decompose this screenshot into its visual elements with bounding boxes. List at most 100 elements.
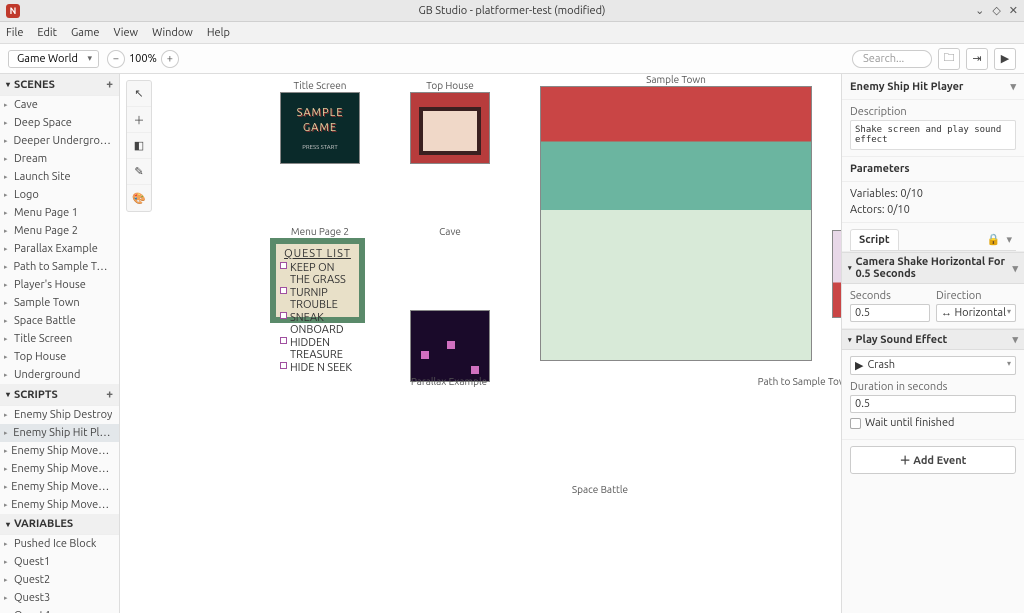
wait-checkbox[interactable]: [850, 418, 861, 429]
tab-script[interactable]: Script: [850, 229, 899, 250]
sidebar-item-script[interactable]: ▸Enemy Ship Movement Dia...: [0, 442, 119, 460]
play-button[interactable]: ▶: [994, 48, 1016, 70]
scene-title-screen[interactable]: SAMPLEGAME PRESS START: [280, 92, 360, 164]
sidebar-item-scene[interactable]: ▸Menu Page 1: [0, 204, 119, 222]
event-play-sound-header[interactable]: ▾ Play Sound Effect ▾: [842, 329, 1024, 350]
sidebar-item-scene[interactable]: ▸Launch Site: [0, 168, 119, 186]
chevron-right-icon: ▸: [4, 245, 14, 253]
scene-label: Path to Sample Town: [660, 376, 841, 387]
add-script-button[interactable]: +: [106, 388, 113, 401]
scene-top-house[interactable]: [410, 92, 490, 164]
title-line: SAMPLE: [297, 107, 344, 119]
scenes-header[interactable]: ▾ SCENES +: [0, 74, 119, 96]
mode-dropdown[interactable]: Game World: [8, 50, 99, 68]
folder-icon[interactable]: 🗀: [938, 48, 960, 70]
sidebar-item-label: Menu Page 2: [14, 225, 78, 237]
menu-view[interactable]: View: [113, 27, 138, 39]
sidebar-item-scene[interactable]: ▸Space Battle: [0, 312, 119, 330]
play-icon: ▶: [855, 359, 863, 372]
menu-edit[interactable]: Edit: [37, 27, 57, 39]
quest-item-label: HIDE N SEEK: [290, 362, 352, 374]
quest-item-label: SNEAK ONBOARD: [290, 312, 355, 336]
sidebar-item-label: Top House: [14, 351, 66, 363]
sidebar-item-scene[interactable]: ▸Deeper Underground: [0, 132, 119, 150]
sidebar-item-script[interactable]: ▸Enemy Ship Movement Dia...: [0, 460, 119, 478]
direction-select[interactable]: ↔ Horizontal: [936, 304, 1016, 322]
sidebar-item-script[interactable]: ▸Enemy Ship Movement Dia...: [0, 478, 119, 496]
chevron-right-icon: ▸: [4, 429, 13, 437]
duration-input[interactable]: 0.5: [850, 395, 1016, 413]
tab-menu-icon[interactable]: ▾: [1006, 233, 1012, 246]
event-header-label: Camera Shake Horizontal For 0.5 Seconds: [856, 256, 1013, 280]
chevron-right-icon: ▸: [4, 501, 11, 509]
sidebar-item-scene[interactable]: ▸Cave: [0, 96, 119, 114]
scripts-header[interactable]: ▾ SCRIPTS +: [0, 384, 119, 406]
app-icon: N: [6, 4, 20, 18]
scene-label: Space Battle: [250, 484, 841, 495]
wait-label: Wait until finished: [865, 417, 954, 429]
menu-help[interactable]: Help: [207, 27, 230, 39]
sidebar-item-script[interactable]: ▸Enemy Ship Destroy: [0, 406, 119, 424]
scene-sample-town[interactable]: [540, 86, 812, 361]
sidebar-item-label: Quest1: [14, 556, 50, 568]
colors-tool[interactable]: 🎨: [127, 185, 151, 211]
canvas[interactable]: ↖ ＋ ◧ ✎ 🎨 Title Screen SAMPLEGAME PRESS …: [120, 74, 841, 613]
checkbox-icon: [280, 312, 287, 319]
description-field[interactable]: Shake screen and play sound effect: [850, 120, 1016, 150]
chevron-right-icon: ▸: [4, 227, 14, 235]
add-tool[interactable]: ＋: [127, 107, 151, 133]
sound-effect-select[interactable]: ▶ Crash: [850, 356, 1016, 375]
sidebar-item-script[interactable]: ▸Enemy Ship Movement Ver...: [0, 496, 119, 514]
event-camera-shake-header[interactable]: ▾ Camera Shake Horizontal For 0.5 Second…: [842, 252, 1024, 284]
sidebar-item-scene[interactable]: ▸Top House: [0, 348, 119, 366]
sidebar-item-scene[interactable]: ▸Title Screen: [0, 330, 119, 348]
select-tool[interactable]: ↖: [127, 81, 151, 107]
sidebar-item-script[interactable]: ▸Enemy Ship Hit Player: [0, 424, 119, 442]
chevron-down-icon: ▾: [6, 520, 10, 529]
add-scene-button[interactable]: +: [106, 78, 113, 91]
sidebar-item-scene[interactable]: ▸Underground: [0, 366, 119, 384]
sidebar-item-scene[interactable]: ▸Logo: [0, 186, 119, 204]
erase-tool[interactable]: ◧: [127, 133, 151, 159]
variables-header[interactable]: ▾ VARIABLES: [0, 514, 119, 535]
sidebar-item-variable[interactable]: ▸Pushed Ice Block: [0, 535, 119, 553]
sidebar-item-scene[interactable]: ▸Parallax Example: [0, 240, 119, 258]
checkbox-icon: [280, 337, 287, 344]
sidebar-item-scene[interactable]: ▸Player's House: [0, 276, 119, 294]
toolbar: Game World − 100% + Search... 🗀 ⇥ ▶: [0, 44, 1024, 74]
sidebar-item-scene[interactable]: ▸Sample Town: [0, 294, 119, 312]
checkbox-icon: [280, 362, 287, 369]
zoom-in-button[interactable]: +: [161, 50, 179, 68]
variables-stat: Variables: 0/10: [850, 188, 1016, 200]
sidebar-item-scene[interactable]: ▸Deep Space: [0, 114, 119, 132]
sidebar-item-variable[interactable]: ▸Quest4: [0, 607, 119, 613]
menu-window[interactable]: Window: [152, 27, 193, 39]
event-menu-icon[interactable]: ▾: [1012, 333, 1018, 346]
quest-item: HIDDEN TREASURE: [280, 337, 355, 361]
sidebar-item-variable[interactable]: ▸Quest2: [0, 571, 119, 589]
scene-cave[interactable]: [410, 310, 490, 382]
paint-tool[interactable]: ✎: [127, 159, 151, 185]
export-icon[interactable]: ⇥: [966, 48, 988, 70]
sidebar-item-scene[interactable]: ▸Dream: [0, 150, 119, 168]
seconds-input[interactable]: 0.5: [850, 304, 930, 322]
maximize-icon[interactable]: ◇: [992, 4, 1000, 17]
add-event-button[interactable]: ＋ Add Event: [850, 446, 1016, 474]
chevron-right-icon: ▸: [4, 594, 14, 602]
scene-launch-site[interactable]: [832, 230, 841, 318]
inspector-menu-icon[interactable]: ▾: [1010, 80, 1016, 93]
sidebar-item-scene[interactable]: ▸Path to Sample Town: [0, 258, 119, 276]
scene-menu-page-2[interactable]: QUEST LIST KEEP ON THE GRASSTURNIP TROUB…: [270, 238, 365, 323]
lock-icon[interactable]: 🔒: [987, 233, 1001, 246]
search-input[interactable]: Search...: [852, 50, 932, 68]
sidebar-item-variable[interactable]: ▸Quest1: [0, 553, 119, 571]
minimize-icon[interactable]: ⌄: [975, 4, 984, 17]
close-icon[interactable]: ✕: [1009, 4, 1018, 17]
menu-game[interactable]: Game: [71, 27, 100, 39]
zoom-out-button[interactable]: −: [107, 50, 125, 68]
sidebar-item-variable[interactable]: ▸Quest3: [0, 589, 119, 607]
window-controls: ⌄ ◇ ✕: [975, 4, 1018, 17]
menu-file[interactable]: File: [6, 27, 23, 39]
event-menu-icon[interactable]: ▾: [1012, 262, 1018, 275]
sidebar-item-scene[interactable]: ▸Menu Page 2: [0, 222, 119, 240]
